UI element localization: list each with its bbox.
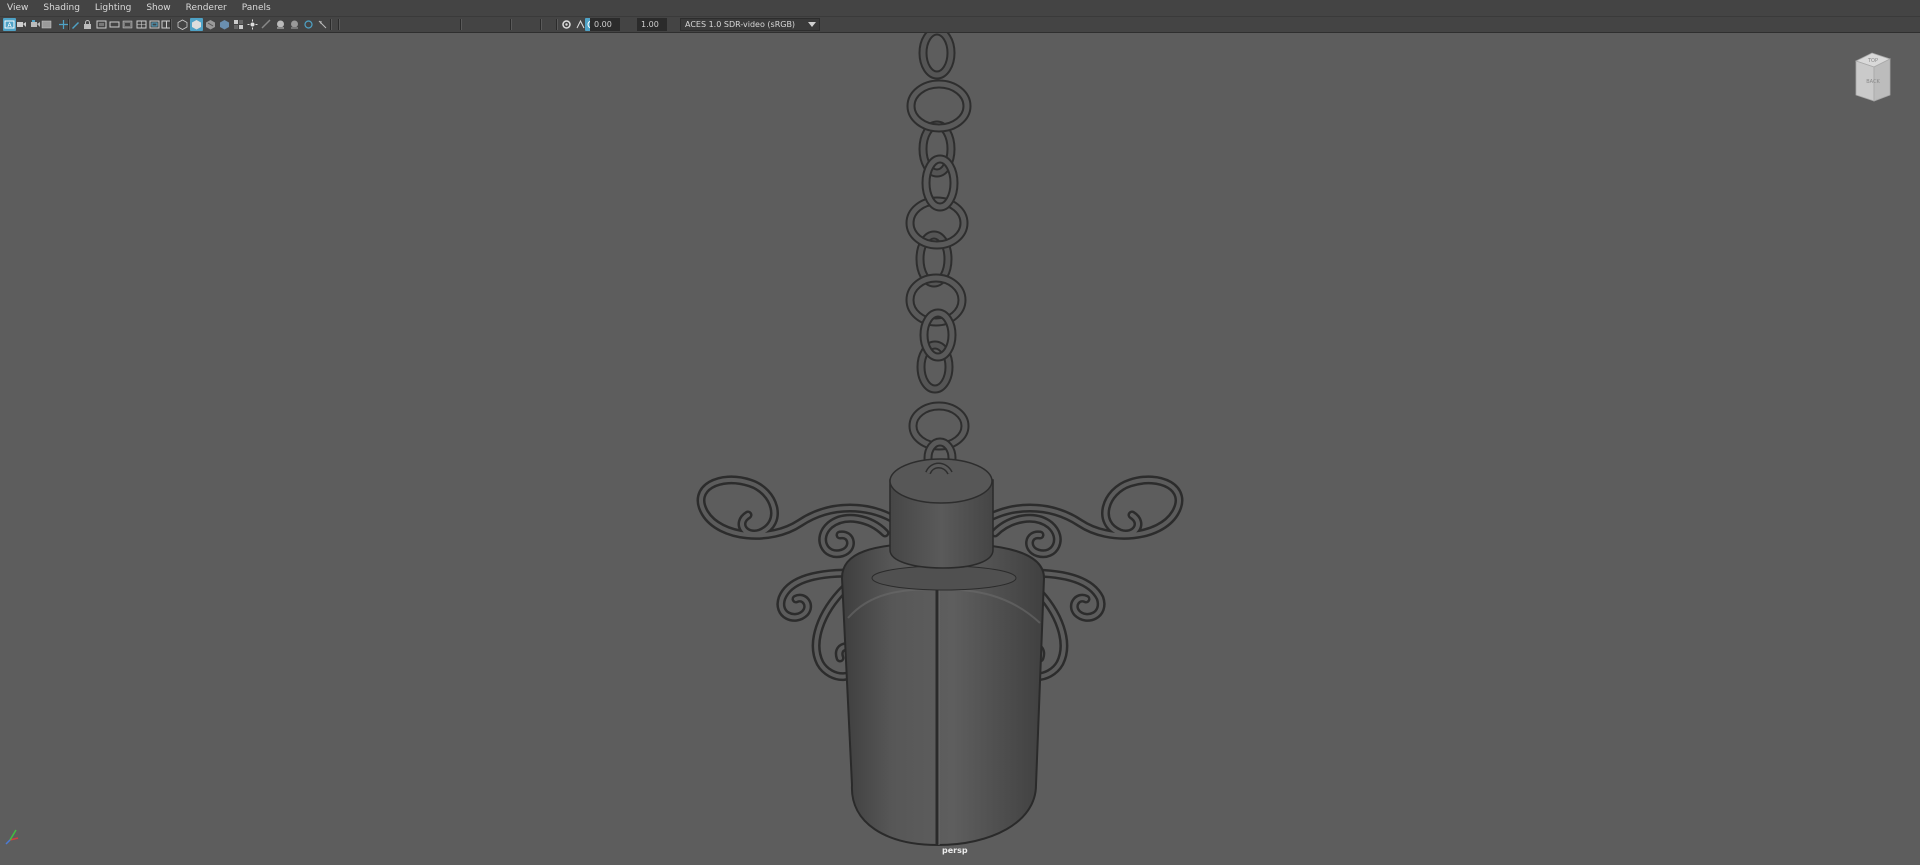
view-transform-value: ACES 1.0 SDR-video (sRGB) <box>685 20 796 29</box>
toolbar-separator <box>540 19 542 30</box>
chevron-down-icon[interactable] <box>808 22 816 27</box>
textured-icon[interactable] <box>204 18 217 31</box>
resolution-gate-icon[interactable] <box>108 18 121 31</box>
gate-mask-icon[interactable] <box>121 18 134 31</box>
lantern-model[interactable] <box>0 33 1920 865</box>
axis-gizmo <box>5 829 19 845</box>
smooth-shade-icon[interactable] <box>190 18 203 31</box>
menu-lighting[interactable]: Lighting <box>88 0 139 16</box>
image-plane-icon[interactable] <box>40 18 53 31</box>
use-all-lights-icon[interactable] <box>218 18 231 31</box>
camera-attributes-icon[interactable] <box>15 18 28 31</box>
menu-view[interactable]: View <box>0 0 36 16</box>
backface-culling-icon[interactable] <box>316 18 329 31</box>
view-transform-dropdown[interactable]: ACES 1.0 SDR-video (sRGB) <box>680 18 820 31</box>
toolbar-separator <box>338 19 340 30</box>
wireframe-icon[interactable] <box>176 18 189 31</box>
panel-menubar: View Shading Lighting Show Renderer Pane… <box>0 0 1920 17</box>
camera-name-label: persp <box>942 846 968 855</box>
chain <box>905 33 972 479</box>
anti-aliasing-icon[interactable] <box>260 18 273 31</box>
menu-shading[interactable]: Shading <box>36 0 88 16</box>
field-chart-icon[interactable] <box>135 18 148 31</box>
toolbar-separator <box>170 19 172 30</box>
xray-joints-icon[interactable] <box>302 18 315 31</box>
exposure-field[interactable]: 0.00 <box>590 18 620 31</box>
toolbar-separator <box>556 19 558 30</box>
xray-icon[interactable] <box>288 18 301 31</box>
viewcube-front-label: BACK <box>1866 79 1880 85</box>
panel-toolbar: A 0.00 1.00 ACES 1.0 SDR-video (sRGB) <box>0 17 1920 33</box>
viewport-3d[interactable]: TOP BACK persp <box>0 33 1920 865</box>
menu-show[interactable]: Show <box>139 0 178 16</box>
viewcube-top-label: TOP <box>1867 58 1878 64</box>
gamma-field[interactable]: 1.00 <box>637 18 667 31</box>
ambient-occlusion-icon[interactable] <box>246 18 259 31</box>
lock-camera-icon[interactable] <box>81 18 94 31</box>
toolbar-separator <box>330 19 332 30</box>
toolbar-separator <box>510 19 512 30</box>
shadows-icon[interactable] <box>232 18 245 31</box>
exposure-icon[interactable] <box>560 18 573 31</box>
film-gate-icon[interactable] <box>95 18 108 31</box>
menu-renderer[interactable]: Renderer <box>179 0 235 16</box>
isolate-select-icon[interactable] <box>274 18 287 31</box>
menu-panels[interactable]: Panels <box>235 0 279 16</box>
toolbar-separator <box>460 19 462 30</box>
toolbar-separator <box>68 19 70 30</box>
viewcube[interactable]: TOP BACK <box>1852 51 1894 103</box>
